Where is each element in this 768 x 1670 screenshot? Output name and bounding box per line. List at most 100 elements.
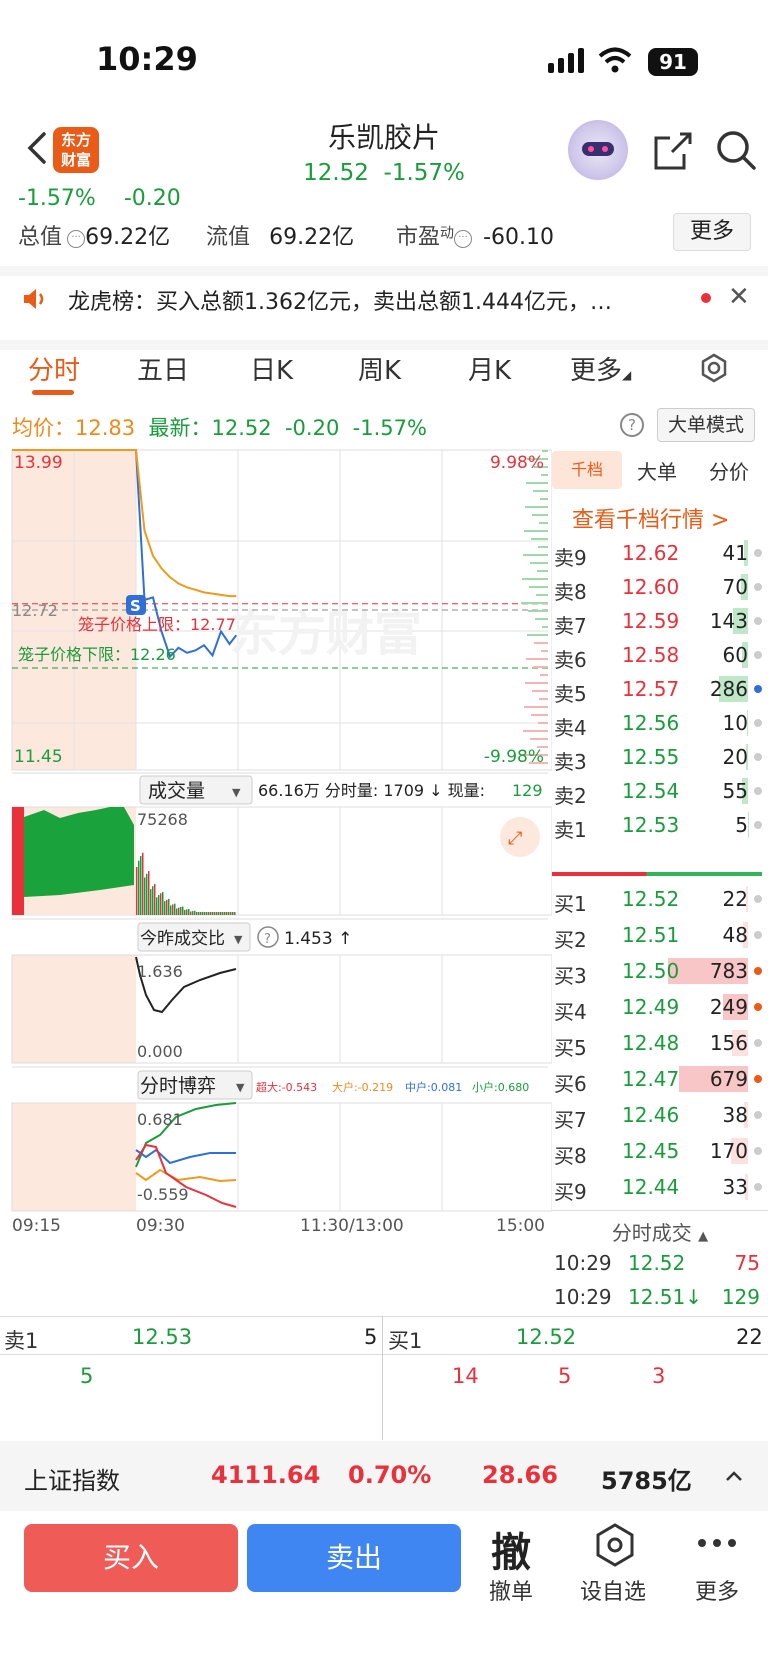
level-price: 12.56 — [622, 711, 680, 735]
bid-row[interactable]: 买9 12.44 33 — [552, 1170, 762, 1204]
vol-bar — [224, 912, 226, 915]
tab-week-k[interactable]: 周K — [358, 350, 401, 387]
vol-bar — [144, 877, 146, 915]
ratio-dropdown-label: 今昨成交比 — [140, 929, 225, 949]
vol-bar — [160, 893, 162, 915]
ask-row[interactable]: 卖1 12.53 5 — [552, 808, 762, 842]
pe-value: -60.10 — [483, 225, 555, 250]
tab-intraday[interactable]: 分时 — [28, 350, 80, 387]
quick-vertical-divider — [382, 1316, 383, 1440]
gear-icon[interactable] — [696, 350, 732, 386]
depth-bar — [530, 738, 548, 740]
view-thousand-link[interactable]: 查看千档行情 > — [572, 502, 729, 534]
time-label: 11:30/13:00 — [300, 1216, 404, 1236]
level-dot — [754, 1147, 762, 1155]
quick-buy-price: 12.52 — [516, 1325, 577, 1349]
buy-button[interactable]: 买入 — [24, 1524, 238, 1592]
ask-row[interactable]: 卖7 12.59 143 — [552, 604, 762, 638]
level-volume: 33 — [722, 1175, 748, 1199]
level-price: 12.50 — [622, 959, 680, 983]
bid-row[interactable]: 买4 12.49 249 — [552, 990, 762, 1024]
quick-sell-price: 12.53 — [132, 1325, 193, 1349]
level-price: 12.52 — [622, 887, 680, 911]
bid-row[interactable]: 买7 12.46 38 — [552, 1098, 762, 1132]
float-value: 69.22亿 — [269, 225, 355, 250]
depth-bar — [540, 674, 548, 676]
depth-bar — [522, 578, 548, 580]
level-dot — [754, 685, 762, 693]
vol-bar — [198, 912, 200, 915]
game-mid-line — [135, 1148, 236, 1165]
level-dot — [754, 821, 762, 829]
avg-value: 12.83 — [75, 416, 136, 440]
level-price: 12.59 — [622, 609, 680, 633]
ask-row[interactable]: 卖5 12.57 286 — [552, 672, 762, 706]
level-volume: 286 — [709, 677, 748, 701]
watchlist-icon[interactable] — [592, 1522, 638, 1568]
cancel-order-label[interactable]: 撤单 — [471, 1574, 551, 1606]
add-watchlist-label[interactable]: 设自选 — [573, 1574, 653, 1606]
volume-dropdown-caret: ▼ — [232, 786, 241, 799]
sell-button[interactable]: 卖出 — [247, 1524, 461, 1592]
level-price: 12.62 — [622, 541, 680, 565]
info-dots-icon[interactable]: ··· — [67, 230, 86, 248]
bid-row[interactable]: 买5 12.48 156 — [552, 1026, 762, 1060]
game-dropdown-label: 分时博弈 — [140, 1075, 216, 1097]
level-label: 买2 — [554, 928, 587, 952]
tab-more[interactable]: 更多◢ — [570, 350, 631, 387]
dragon-tiger-text[interactable]: 龙虎榜：买入总额1.362亿元，卖出总额1.444亿元，… — [68, 284, 678, 316]
depth-bar — [538, 722, 548, 724]
search-icon[interactable] — [714, 128, 758, 172]
ask-row[interactable]: 卖8 12.60 70 — [552, 570, 762, 604]
bid-row[interactable]: 买8 12.45 170 — [552, 1134, 762, 1168]
tab-five-day[interactable]: 五日 — [137, 350, 189, 387]
depth-bar — [535, 618, 548, 620]
level-volume: 20 — [722, 745, 748, 769]
intraday-chart[interactable]: 东方财富 13.99 11.45 9.98% -9.98% 12.72 笼子价格上限：12.… — [0, 445, 552, 1295]
bid-row[interactable]: 买2 12.51 48 — [552, 918, 762, 952]
ask-row[interactable]: 卖9 12.62 41 — [552, 536, 762, 570]
more-dots-icon[interactable] — [697, 1537, 737, 1549]
game-bottom-label: -0.559 — [137, 1185, 189, 1204]
level-label: 买8 — [554, 1144, 587, 1168]
ask-row[interactable]: 卖6 12.58 60 — [552, 638, 762, 672]
help-icon[interactable]: ? — [620, 413, 644, 437]
tab-day-k[interactable]: 日K — [250, 350, 293, 387]
cancel-glyph-icon[interactable]: 撤 — [491, 1520, 531, 1578]
vol-bar — [138, 860, 140, 915]
vol-bar — [218, 912, 220, 915]
close-icon[interactable]: ✕ — [728, 282, 750, 312]
big-order-mode-button[interactable]: 大单模式 — [657, 408, 755, 442]
level-price: 12.44 — [622, 1175, 680, 1199]
more-info-button[interactable]: 更多 — [673, 213, 751, 251]
bid-row[interactable]: 买6 12.47 679 — [552, 1062, 762, 1096]
more-label[interactable]: 更多 — [677, 1574, 757, 1606]
ask-row[interactable]: 卖2 12.54 55 — [552, 774, 762, 808]
bid-row[interactable]: 买3 12.50 783 — [552, 954, 762, 988]
panel-tab-thousand[interactable]: 千档 — [552, 451, 622, 489]
assistant-avatar[interactable] — [568, 120, 628, 180]
level-label: 卖7 — [554, 614, 587, 638]
chevron-up-icon[interactable] — [724, 1468, 744, 1484]
panel-tab-big-order[interactable]: 大单 — [637, 456, 677, 485]
vol-bar — [148, 871, 150, 915]
vol-bar — [142, 852, 144, 915]
panel-tab-price-split[interactable]: 分价 — [709, 456, 749, 485]
latest-change: -0.20 — [284, 416, 340, 440]
tab-month-k[interactable]: 月K — [468, 350, 511, 387]
pe-dots-icon[interactable]: ··· — [454, 230, 473, 248]
level-dot — [754, 1075, 762, 1083]
index-value: 4111.64 — [211, 1461, 321, 1489]
share-icon[interactable] — [650, 128, 694, 172]
avg-label: 均价： — [12, 416, 75, 440]
level-volume: 10 — [722, 711, 748, 735]
ratio-help-glyph: ? — [264, 932, 271, 947]
tick-header[interactable]: 分时成交 ▲ — [552, 1217, 768, 1246]
level-dot — [754, 617, 762, 625]
depth-bar — [533, 490, 548, 492]
level-volume: 679 — [709, 1067, 748, 1091]
ask-row[interactable]: 卖3 12.55 20 — [552, 740, 762, 774]
ask-row[interactable]: 卖4 12.56 10 — [552, 706, 762, 740]
bid-row[interactable]: 买1 12.52 22 — [552, 882, 762, 916]
level-dot — [754, 719, 762, 727]
